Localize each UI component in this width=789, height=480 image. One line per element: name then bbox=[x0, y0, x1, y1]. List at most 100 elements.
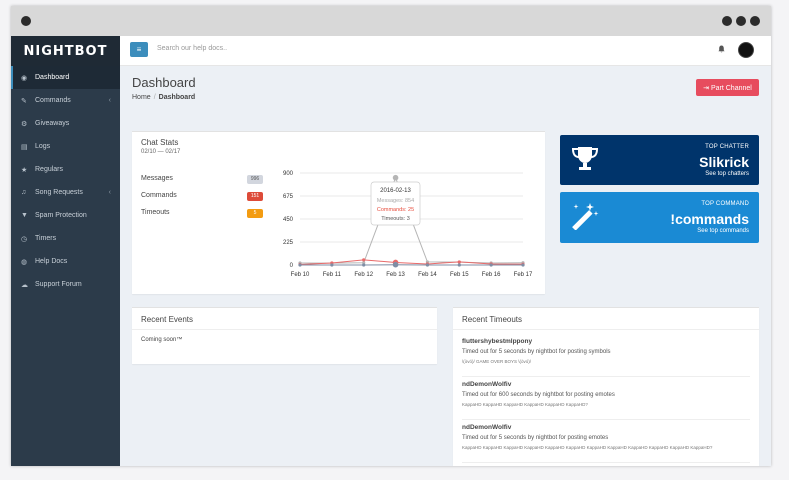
window-dot-icon bbox=[21, 16, 31, 26]
nightbot-logo[interactable]: NIGHTBOT bbox=[11, 36, 120, 66]
timeout-reason: Timed out for 600 seconds by nightbot fo… bbox=[462, 392, 615, 398]
x-tick-label: Feb 17 bbox=[514, 272, 533, 278]
tooltip-date: 2016-02-13 bbox=[380, 188, 411, 194]
bell-icon[interactable] bbox=[718, 45, 725, 55]
sidebar-item-label: Logs bbox=[35, 143, 51, 150]
sidebar-item-regulars[interactable]: ★ Regulars bbox=[11, 158, 120, 181]
window-minimize-icon[interactable] bbox=[722, 16, 732, 26]
y-tick-label: 450 bbox=[283, 217, 294, 223]
data-point-timeouts bbox=[489, 263, 493, 267]
sidebar-item-label: Timers bbox=[35, 235, 57, 242]
recent-events-body: Coming soon™ bbox=[141, 337, 183, 343]
filter-icon: ▼ bbox=[21, 212, 28, 219]
timeout-username[interactable]: ndDemonWolfiv bbox=[462, 381, 615, 388]
top-chatter-tile[interactable]: TOP CHATTER Slikrick See top chatters bbox=[560, 135, 759, 185]
data-point-timeouts bbox=[392, 261, 399, 268]
top-commands-link[interactable]: See top commands bbox=[697, 228, 749, 234]
part-channel-button[interactable]: ⇥ Part Channel bbox=[696, 79, 759, 96]
sidebar-item-label: Spam Protection bbox=[35, 212, 87, 219]
top-command-value: !commands bbox=[670, 211, 749, 227]
timeout-message-text: KappaHD KappaHD KappaHD KappaHD KappaHD … bbox=[462, 402, 588, 407]
gift-icon: ⚙ bbox=[21, 120, 28, 128]
data-point-timeouts bbox=[330, 263, 334, 267]
window-close-icon[interactable] bbox=[750, 16, 760, 26]
search-input[interactable]: Search our help docs.. bbox=[157, 45, 227, 52]
data-point-timeouts bbox=[521, 263, 525, 267]
sidebar-item-timers[interactable]: ◷ Timers bbox=[11, 227, 120, 250]
sidebar: NIGHTBOT ◉ Dashboard ✎ Commands ‹ ⚙ Giveaways ▤… bbox=[11, 36, 120, 466]
timeout-divider bbox=[462, 462, 750, 463]
x-tick-label: Feb 16 bbox=[482, 272, 501, 278]
logs-icon: ▤ bbox=[21, 143, 28, 151]
tooltip-line: Messages: 854 bbox=[377, 198, 414, 204]
timeout-entry: ndDemonWolfiv Timed out for 5 seconds by … bbox=[462, 424, 712, 450]
chat-stats-chart: 0 225 450 675 900 Feb 10 Feb 11 Feb 12 Feb 13 Feb… bbox=[283, 171, 533, 278]
sidebar-item-label: Song Requests bbox=[35, 189, 83, 196]
sidebar-item-logs[interactable]: ▤ Logs bbox=[11, 135, 120, 158]
tooltip-line: Commands: 25 bbox=[377, 207, 414, 213]
timeout-message-text: KappaHD KappaHD KappaHD KappaHD KappaHD … bbox=[462, 445, 713, 450]
recent-timeouts-title: Recent Timeouts bbox=[462, 315, 523, 324]
sidebar-item-song-requests[interactable]: ♫ Song Requests ‹ bbox=[11, 181, 120, 204]
recent-timeouts-panel: Recent Timeouts fluttershybestmlppony Tim… bbox=[453, 307, 759, 466]
globe-icon: ◍ bbox=[21, 258, 28, 266]
timeout-reason: Timed out for 5 seconds by nightbot for … bbox=[462, 349, 611, 355]
sidebar-item-label: Dashboard bbox=[35, 74, 70, 81]
timeout-message-text: \(òvó)/ GAME OVER BOYS \(òvó)/ bbox=[462, 359, 532, 364]
x-tick-label: Feb 13 bbox=[386, 272, 405, 278]
data-point-messages bbox=[392, 174, 399, 181]
timeout-username[interactable]: fluttershybestmlppony bbox=[462, 338, 611, 345]
top-chatters-link[interactable]: See top chatters bbox=[705, 171, 749, 177]
data-point-timeouts bbox=[298, 263, 302, 267]
window-maximize-icon[interactable] bbox=[736, 16, 746, 26]
x-tick-label: Feb 11 bbox=[323, 272, 342, 278]
chat-stats-panel: Chat Stats 02/10 — 02/17 Messages 996 Comm… bbox=[132, 131, 545, 294]
sidebar-item-dashboard[interactable]: ◉ Dashboard bbox=[11, 66, 120, 89]
page-title: Dashboard bbox=[132, 75, 196, 90]
sidebar-item-label: Regulars bbox=[35, 166, 64, 173]
y-tick-label: 225 bbox=[283, 240, 294, 246]
menu-toggle-button[interactable]: ≡ bbox=[130, 42, 148, 57]
sidebar-item-giveaways[interactable]: ⚙ Giveaways bbox=[11, 112, 120, 135]
timeout-reason: Timed out for 5 seconds by nightbot for … bbox=[462, 435, 609, 441]
breadcrumb: Home / Dashboard bbox=[132, 94, 195, 101]
sidebar-item-spam-protection[interactable]: ▼ Spam Protection bbox=[11, 204, 120, 227]
user-avatar[interactable] bbox=[738, 42, 754, 58]
top-chatter-label: TOP CHATTER bbox=[705, 144, 749, 150]
breadcrumb-separator: / bbox=[153, 94, 156, 101]
sidebar-item-label: Giveaways bbox=[35, 120, 70, 127]
x-tick-label: Feb 15 bbox=[450, 272, 469, 278]
breadcrumb-current: Dashboard bbox=[158, 94, 196, 101]
sidebar-item-support-forum[interactable]: ☁ Support Forum bbox=[11, 273, 120, 296]
data-point-timeouts bbox=[362, 263, 366, 267]
magic-wand-icon bbox=[570, 202, 600, 235]
sidebar-item-label: Help Docs bbox=[35, 258, 68, 265]
timeout-divider bbox=[462, 376, 750, 377]
top-command-tile[interactable]: TOP COMMAND !commands See top commands bbox=[560, 192, 759, 243]
trophy-icon bbox=[570, 145, 600, 178]
tooltip-line: Timeouts: 3 bbox=[381, 216, 410, 222]
timeout-username[interactable]: ndDemonWolfiv bbox=[462, 424, 712, 431]
chevron-left-icon: ‹ bbox=[108, 189, 111, 196]
data-point-timeouts bbox=[457, 263, 461, 267]
breadcrumb-home-link[interactable]: Home bbox=[132, 94, 151, 101]
timeout-divider bbox=[462, 419, 750, 420]
sidebar-item-label: Commands bbox=[35, 97, 71, 104]
sidebar-item-commands[interactable]: ✎ Commands ‹ bbox=[11, 89, 120, 112]
sidebar-item-help-docs[interactable]: ◍ Help Docs bbox=[11, 250, 120, 273]
recent-events-title: Recent Events bbox=[141, 315, 194, 324]
y-tick-label: 675 bbox=[283, 194, 294, 200]
dashboard-icon: ◉ bbox=[21, 74, 28, 82]
x-tick-label: Feb 14 bbox=[418, 272, 437, 278]
top-command-label: TOP COMMAND bbox=[701, 201, 749, 207]
pencil-icon: ✎ bbox=[21, 97, 27, 105]
top-header: ≡ Search our help docs.. bbox=[120, 36, 771, 66]
timeout-entry: ndDemonWolfiv Timed out for 600 seconds b… bbox=[462, 381, 615, 407]
series-line-commands bbox=[299, 259, 524, 265]
data-point-commands bbox=[362, 258, 366, 262]
y-tick-label: 900 bbox=[283, 171, 294, 177]
y-tick-label: 0 bbox=[290, 263, 294, 269]
clock-icon: ◷ bbox=[21, 235, 28, 243]
data-point-timeouts bbox=[425, 263, 430, 267]
main-content: Dashboard Home / Dashboard ⇥ Part Channel … bbox=[120, 66, 771, 466]
